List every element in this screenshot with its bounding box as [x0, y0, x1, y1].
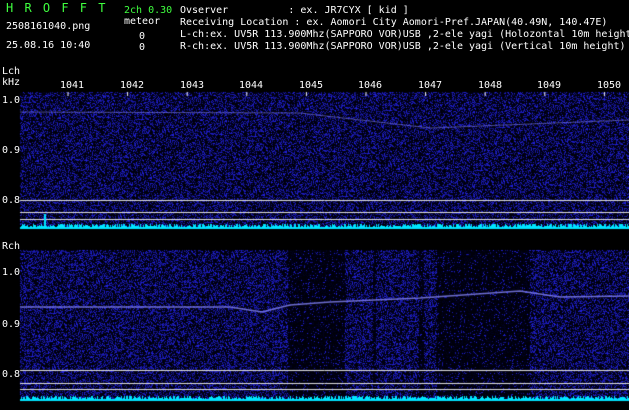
lch-description: L-ch:ex. UV5R 113.900Mhz(SAPPORO VOR)USB… — [180, 29, 629, 40]
rch-description: R-ch:ex. UV5R 113.900Mhz(SAPPORO VOR)USB… — [180, 41, 626, 52]
meteor-count-r: 0 — [139, 42, 146, 53]
location-line: Receiving Location : ex. Aomori City Aom… — [180, 17, 608, 28]
rch-ytick: 0.8 — [2, 369, 21, 380]
datetime: 25.08.16 10:40 — [6, 40, 91, 51]
freq-tick: 1050 — [597, 80, 622, 91]
freq-tick: 1047 — [418, 80, 443, 91]
freq-tick: 1045 — [299, 80, 324, 91]
observer-line: Ovserver : ex. JR7CYX [ kid ] — [180, 5, 409, 16]
lch-title: Lch — [2, 66, 21, 77]
rch-ytick: 0.9 — [2, 319, 21, 330]
waterfall-display — [0, 0, 629, 410]
rch-title: Rch — [2, 241, 21, 252]
freq-tick: 1041 — [60, 80, 85, 91]
freq-tick: 1048 — [478, 80, 503, 91]
lch-ytick: 0.9 — [2, 145, 21, 156]
lch-ytick: 0.8 — [2, 195, 21, 206]
meteor-count-l: 0 — [139, 31, 146, 42]
freq-tick: 1046 — [358, 80, 383, 91]
rch-ytick: 1.0 — [2, 267, 21, 278]
freq-tick: 1044 — [239, 80, 264, 91]
channel-info: 2ch 0.30 — [124, 5, 173, 16]
freq-tick: 1042 — [120, 80, 145, 91]
freq-tick: 1049 — [537, 80, 562, 91]
freq-tick: 1043 — [180, 80, 205, 91]
lch-unit: kHz — [2, 77, 21, 88]
lch-ytick: 1.0 — [2, 95, 21, 106]
app-title: H R O F F T — [6, 1, 108, 15]
meteor-label: meteor — [124, 16, 161, 27]
file-name: 2508161040.png — [6, 21, 91, 32]
